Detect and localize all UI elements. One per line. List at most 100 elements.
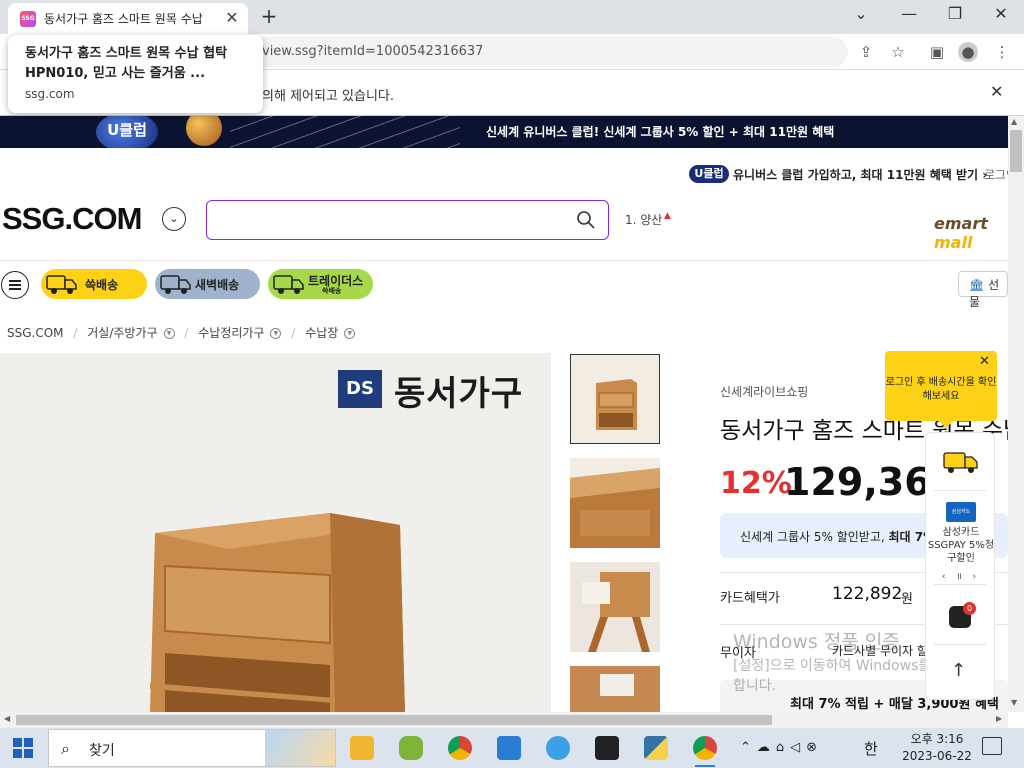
uclub-join-link[interactable]: 유니버스 클럽 가입하고, 최대 11만원 혜택 받기 › (733, 166, 987, 183)
carousel-controls[interactable]: ‹ ॥ › (941, 569, 981, 582)
dropdown-icon[interactable]: ▼ (163, 328, 175, 339)
popular-search-rank[interactable]: 1. 양산 (625, 211, 662, 228)
dawn-delivery-button[interactable]: 새벽배송 (155, 269, 260, 299)
tooltip-text: 로그인 후 배송시간을 확인해보세요 (885, 377, 997, 402)
dropdown-icon[interactable]: ▼ (270, 328, 282, 339)
url-text[interactable]: view.ssg?itemId=1000542316637 (262, 44, 483, 59)
product-thumbnail[interactable] (570, 458, 660, 548)
breadcrumb-item-cabinet[interactable]: 수납장 (305, 326, 338, 340)
product-thumbnail[interactable] (570, 666, 660, 712)
search-input[interactable] (206, 200, 609, 240)
scroll-up-arrow-icon[interactable]: ▲ (1011, 117, 1017, 126)
promo-banner[interactable]: U클럽 신세계 유니버스 클럽! 신세계 그룹사 5% 할인 + 최대 11만원… (0, 116, 1008, 148)
scroll-down-arrow-icon[interactable]: ▼ (1011, 698, 1017, 707)
planet-graphic (186, 116, 222, 146)
restore-button[interactable]: ❐ (940, 4, 970, 23)
maps-app-icon[interactable] (399, 736, 423, 760)
brand-logo-mark: DS (338, 370, 382, 408)
star-streaks-graphic (230, 116, 460, 148)
system-tray-icons[interactable]: ⌃☁⌂◁⊗ (740, 740, 823, 755)
card-benefit-price: 122,892 (832, 584, 903, 604)
pill-sublabel: 쓱배송 (322, 287, 342, 295)
divider (934, 644, 986, 645)
breadcrumb: SSG.COM / 거실/주방가구 ▼ / 수납정리가구 ▼ / 수납장 ▼ (7, 324, 361, 341)
terminal-icon[interactable] (595, 736, 619, 760)
product-thumbnail[interactable] (570, 354, 660, 444)
ssg-logo[interactable]: SSG.COM (2, 201, 142, 237)
taskbar-search-label: 찾기 (89, 743, 115, 759)
horizontal-scrollbar-thumb[interactable] (16, 715, 772, 725)
dropdown-icon[interactable]: ▼ (344, 328, 356, 339)
card-benefit-unit: 원 (901, 592, 913, 607)
truck-icon (160, 275, 191, 294)
traders-delivery-button[interactable]: 트레이더스 쓱배송 (268, 269, 373, 299)
tab-search-icon[interactable]: ⌄ (846, 4, 876, 23)
uclub-badge: U클럽 (96, 116, 158, 148)
python-icon[interactable] (644, 736, 668, 760)
share-icon[interactable]: ⇪ (856, 42, 876, 62)
discount-rate: 12% (720, 466, 792, 501)
delivery-truck-icon[interactable] (943, 450, 979, 474)
thumbnail-image (570, 468, 660, 548)
breadcrumb-item-living[interactable]: 거실/주방가구 (87, 326, 157, 340)
breadcrumb-item-storage[interactable]: 수납정리가구 (198, 326, 264, 340)
scroll-left-arrow-icon[interactable]: ◀ (4, 714, 10, 723)
clock-time: 오후 3:16 (910, 732, 964, 746)
truck-icon (273, 275, 304, 294)
bookmark-star-icon[interactable]: ☆ (888, 42, 908, 62)
profile-icon[interactable]: ● (958, 42, 978, 62)
chrome-icon[interactable] (448, 736, 472, 760)
card-promo-text[interactable]: 삼성카드 SSGPAY 5%청구할인 (927, 526, 995, 565)
ime-indicator[interactable]: 한 (864, 738, 878, 759)
hover-card-title: 동서가구 홈즈 스마트 원목 수납 협탁 HPN010, 믿고 사는 즐거움 .… (25, 46, 228, 81)
card-benefit-label: 카드혜택가 (720, 591, 780, 606)
divider (934, 490, 986, 491)
taskbar-clock[interactable]: 오후 3:16 2023-06-22 (896, 731, 978, 765)
mall-logo-text: mall (934, 233, 973, 252)
windows-start-icon[interactable] (13, 738, 33, 758)
promo-text: 신세계 유니버스 클럽! 신세계 그룹사 5% 할인 + 최대 11만원 혜택 (486, 125, 835, 139)
search-icon: ⌕ (61, 739, 70, 758)
taskbar-search-box[interactable]: ⌕ 찾기 (48, 729, 336, 767)
gift-icon: 🏛 (969, 278, 985, 292)
browser-menu-icon[interactable]: ⋮ (992, 42, 1012, 62)
internet-explorer-icon[interactable] (546, 736, 570, 760)
minimize-button[interactable]: — (894, 4, 924, 23)
search-highlight-image (265, 730, 335, 766)
product-thumbnail[interactable] (570, 562, 660, 652)
ssg-favicon-icon: SSG (20, 11, 36, 27)
brand-name-text: 동서가구 (394, 374, 524, 414)
chrome-active-icon[interactable] (693, 736, 717, 760)
divider (934, 584, 986, 585)
chat-count-badge: 0 (963, 602, 976, 615)
seller-name[interactable]: 신세계라이브쇼핑 (720, 383, 808, 400)
vertical-scrollbar[interactable] (1008, 116, 1024, 712)
chevron-down-icon[interactable]: ⌄ (162, 207, 186, 231)
new-tab-button[interactable]: + (258, 4, 280, 28)
uclub-small-badge: U클럽 (689, 165, 729, 183)
vscode-icon[interactable] (497, 736, 521, 760)
search-icon[interactable] (576, 210, 596, 230)
tooltip-close-icon[interactable]: ✕ (979, 354, 990, 369)
notification-icon[interactable] (982, 737, 1002, 755)
scroll-right-arrow-icon[interactable]: ▶ (996, 714, 1002, 723)
ssg-delivery-button[interactable]: 쓱배송 (41, 269, 147, 299)
rank-up-icon: ▲ (664, 211, 671, 221)
scroll-to-top-icon[interactable]: ↑ (951, 660, 966, 681)
infobar-text: 의해 제어되고 있습니다. (262, 89, 394, 104)
hamburger-menu-icon[interactable] (1, 271, 29, 299)
emart-logo-text: emart (934, 214, 988, 233)
samsung-card-icon: 삼성카드 (946, 502, 976, 522)
side-panel-icon[interactable]: ▣ (927, 42, 947, 62)
breadcrumb-item-home[interactable]: SSG.COM (7, 326, 64, 340)
benefit-text: 신세계 그룹사 5% 할인받고, (740, 530, 889, 544)
gift-button[interactable]: 🏛 선물 (958, 271, 1008, 309)
close-window-button[interactable]: ✕ (986, 4, 1016, 23)
vertical-scrollbar-thumb[interactable] (1010, 130, 1022, 172)
thumbnail-image (596, 379, 637, 430)
infobar-close-icon[interactable]: ✕ (990, 82, 1003, 101)
tab-close-icon[interactable]: ✕ (222, 8, 242, 27)
browser-tab[interactable]: SSG 동서가구 홈즈 스마트 원목 수납 ✕ (8, 3, 248, 34)
active-app-indicator (695, 765, 715, 767)
file-explorer-icon[interactable] (350, 736, 374, 760)
